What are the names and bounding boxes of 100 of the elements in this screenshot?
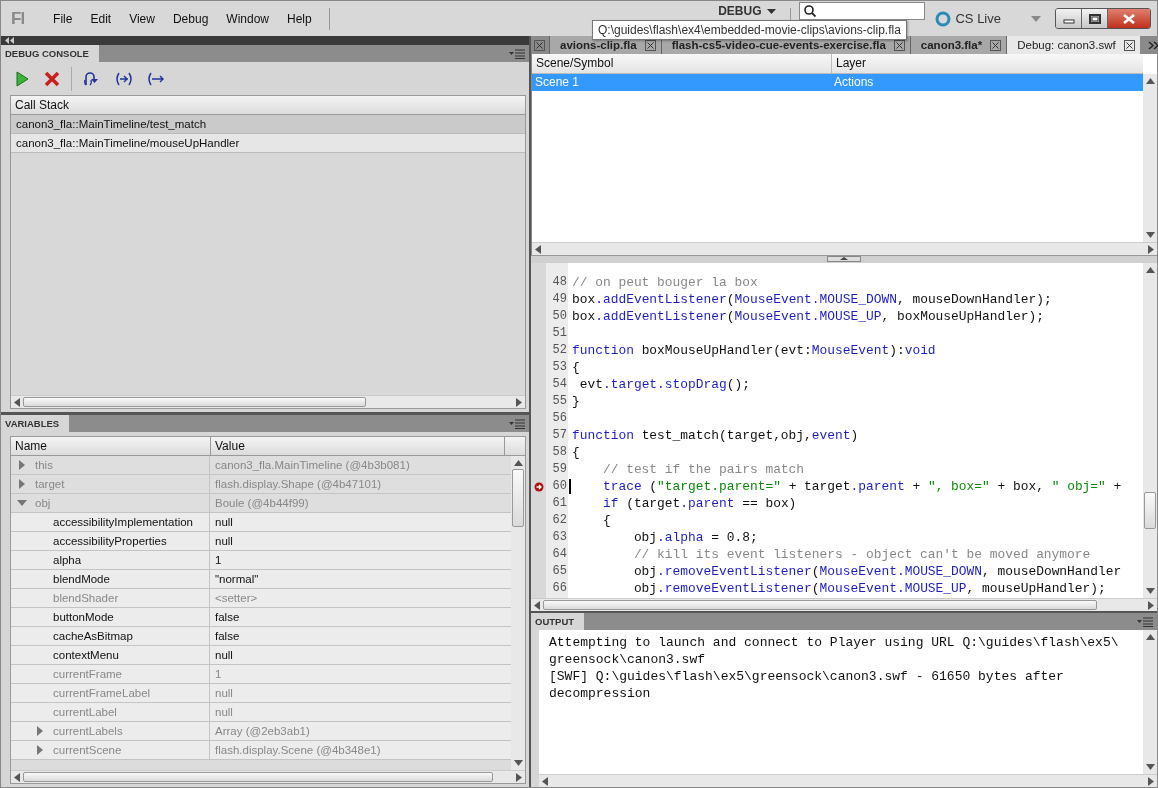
variable-value-cell-text: false (214, 629, 241, 644)
horizontal-scrollbar[interactable] (531, 598, 1157, 611)
collapsed-arrow-icon[interactable] (17, 479, 27, 489)
scroll-left-arrow-icon[interactable] (14, 772, 20, 782)
scroll-right-arrow-icon[interactable] (1148, 244, 1154, 254)
scrollbar-thumb[interactable] (512, 469, 524, 527)
line-number: 54 (551, 376, 568, 393)
scroll-down-arrow-icon[interactable] (513, 760, 523, 766)
variable-value-cell-text: null (214, 648, 234, 663)
variable-name: accessibilityImplementation (53, 515, 193, 530)
scrollbar-thumb[interactable] (543, 600, 1097, 610)
vertical-scrollbar[interactable] (1143, 263, 1157, 598)
double-chevron-icon[interactable] (1147, 40, 1158, 50)
scroll-left-arrow-icon[interactable] (14, 397, 20, 407)
scroll-left-arrow-icon[interactable] (542, 776, 548, 786)
column-header[interactable]: Scene/Symbol (532, 54, 832, 73)
scroll-right-arrow-icon[interactable] (1148, 776, 1154, 786)
vertical-scrollbar[interactable] (1143, 630, 1157, 774)
variable-value-cell-text: flash.display.Shape (@4b47101) (214, 477, 383, 492)
scroll-right-arrow-icon[interactable] (516, 772, 522, 782)
code-line: obj.removeEventListener(MouseEvent.MOUSE_UP, mouseUpHandler); (632, 580, 1106, 597)
panel-tab[interactable]: VARIABLES (1, 415, 70, 432)
panel-tab[interactable]: DEBUG CONSOLE (1, 45, 99, 62)
horizontal-scrollbar[interactable] (539, 774, 1157, 787)
code-line: obj.alpha = 0.8; (632, 529, 758, 546)
menu-item[interactable]: Debug (163, 11, 218, 26)
search-field[interactable] (799, 2, 926, 20)
code-line: obj.removeEventListener(MouseEvent.MOUSE_DOWN, mouseDownHandler (632, 563, 1122, 580)
variable-value-cell-text: Boule (@4b44f99) (214, 496, 310, 511)
cross-icon (44, 70, 60, 87)
scroll-right-arrow-icon[interactable] (1148, 600, 1154, 610)
splitter-handle-icon[interactable] (827, 256, 861, 262)
variable-value-cell-text: <setter> (214, 591, 259, 606)
scroll-up-arrow-icon[interactable] (1145, 267, 1155, 273)
vertical-scrollbar[interactable] (1143, 74, 1157, 242)
line-number: 49 (551, 291, 568, 308)
line-number: 65 (551, 563, 568, 580)
variable-name: this (35, 458, 53, 473)
menu-item[interactable]: Window (217, 11, 278, 26)
scroll-down-arrow-icon[interactable] (1145, 232, 1155, 238)
cs-live-button[interactable]: CS Live (935, 10, 1001, 27)
collapse-arrows-icon[interactable] (5, 37, 14, 44)
close-icon[interactable] (1123, 39, 1135, 51)
step-in-icon (115, 70, 133, 87)
collapsed-arrow-icon[interactable] (17, 460, 27, 470)
vertical-scrollbar[interactable] (511, 456, 525, 770)
scroll-up-arrow-icon[interactable] (1145, 78, 1155, 84)
variable-value-cell-text: Array (@2eb3ab1) (214, 724, 311, 739)
variable-name: accessibilityProperties (53, 534, 167, 549)
call-stack-item[interactable]: canon3_fla::MainTimeline/test_match (11, 115, 525, 134)
collapsed-arrow-icon[interactable] (35, 726, 45, 736)
minimize-button[interactable] (1056, 9, 1082, 28)
variable-name: currentLabels (53, 724, 123, 739)
expanded-arrow-icon[interactable] (17, 498, 27, 508)
variable-value-cell-text: null (214, 705, 234, 720)
horizontal-scrollbar[interactable] (11, 770, 525, 783)
line-number: 62 (551, 512, 568, 529)
call-stack-item[interactable]: canon3_fla::MainTimeline/mouseUpHandler (11, 134, 525, 153)
menu-item[interactable]: Help (278, 11, 321, 26)
menu-item[interactable]: File (44, 11, 82, 26)
close-button[interactable] (1108, 9, 1150, 28)
panel-tab[interactable]: OUTPUT (531, 613, 585, 630)
menu-item[interactable]: View (120, 11, 164, 26)
scroll-left-arrow-icon[interactable] (535, 244, 541, 254)
close-icon[interactable] (990, 39, 1002, 51)
app-logo: Fl (11, 8, 25, 29)
panel-menu-icon[interactable] (1137, 616, 1153, 627)
code-line: { (601, 512, 611, 529)
column-header[interactable]: Layer (832, 54, 867, 73)
code-line: function test_match(target,obj,event) (572, 427, 859, 444)
scrollbar-thumb[interactable] (23, 397, 366, 407)
scroll-left-arrow-icon[interactable] (534, 600, 540, 610)
scroll-down-arrow-icon[interactable] (1145, 764, 1155, 770)
scroll-right-arrow-icon[interactable] (516, 397, 522, 407)
code-line: trace ("target.parent=" + target.parent + ", box=" + box, " obj=" + (601, 478, 1122, 495)
column-header[interactable]: Name (11, 437, 211, 455)
line-number: 51 (551, 325, 568, 342)
line-number: 48 (551, 274, 568, 291)
panel-menu-icon[interactable] (509, 418, 525, 429)
collapsed-arrow-icon[interactable] (35, 745, 45, 755)
document-tab[interactable]: canon3.fla* (909, 36, 1007, 54)
horizontal-scrollbar[interactable] (11, 395, 525, 408)
panel-menu-icon[interactable] (509, 48, 525, 59)
variable-value-cell-text: null (214, 515, 234, 530)
scroll-up-arrow-icon[interactable] (513, 460, 523, 466)
horizontal-scrollbar[interactable] (532, 242, 1157, 255)
workspace-switcher[interactable]: DEBUG (712, 4, 783, 18)
maximize-button[interactable] (1082, 9, 1108, 28)
column-header[interactable]: Value (211, 437, 505, 455)
code-line: box.addEventListener(MouseEvent.MOUSE_DOWN, mouseDownHandler); (572, 291, 1052, 308)
step-out-icon (147, 70, 165, 87)
code-line: // test if the pairs match (601, 461, 805, 478)
maximize-icon (1088, 13, 1101, 24)
scroll-up-arrow-icon[interactable] (1145, 634, 1155, 640)
line-number: 66 (551, 580, 568, 597)
menu-item[interactable]: Edit (81, 11, 121, 26)
scrollbar-thumb[interactable] (1144, 492, 1156, 530)
scrollbar-thumb[interactable] (23, 772, 494, 782)
scroll-down-arrow-icon[interactable] (1145, 588, 1155, 594)
document-tab[interactable]: Debug: canon3.swf (1006, 36, 1140, 54)
